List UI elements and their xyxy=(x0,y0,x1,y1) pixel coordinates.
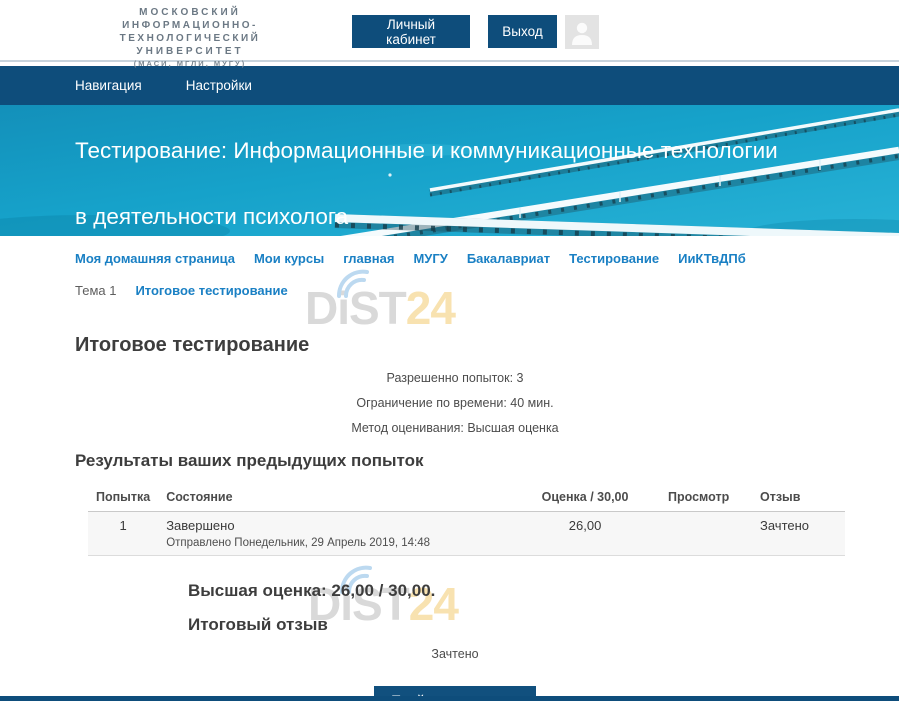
attempt-feedback: Зачтено xyxy=(752,512,845,556)
quiz-info: Разрешенно попыток: 3 Ограничение по вре… xyxy=(75,366,835,441)
quiz-attempts-allowed: Разрешенно попыток: 3 xyxy=(75,366,835,391)
main-navbar: Навигация Настройки xyxy=(0,66,899,105)
footer-bar xyxy=(0,696,899,701)
quiz-time-limit: Ограничение по времени: 40 мин. xyxy=(75,391,835,416)
overall-feedback-value: Зачтено xyxy=(75,647,835,661)
col-header-review: Просмотр xyxy=(660,485,752,512)
logo-subline: (МАСИ, МГЛИ, МУГУ) xyxy=(62,58,318,69)
breadcrumb-link-home[interactable]: Моя домашняя страница xyxy=(75,251,235,267)
dist24-watermark: DiST24 xyxy=(305,285,455,331)
breadcrumb-link-main[interactable]: главная xyxy=(343,251,394,267)
site-header: МОСКОВСКИЙ ИНФОРМАЦИОННО-ТЕХНОЛОГИЧЕСКИЙ… xyxy=(0,0,899,62)
breadcrumb-link-bachelor[interactable]: Бакалавриат xyxy=(467,251,550,267)
page-title: Итоговое тестирование xyxy=(75,334,835,357)
attempts-table: Попытка Состояние Оценка / 30,00 Просмот… xyxy=(88,485,845,556)
page: МОСКОВСКИЙ ИНФОРМАЦИОННО-ТЕХНОЛОГИЧЕСКИЙ… xyxy=(0,0,899,701)
nav-item-navigation[interactable]: Навигация xyxy=(75,78,142,93)
logout-button[interactable]: Выход xyxy=(488,15,557,48)
col-header-state: Состояние xyxy=(158,485,510,512)
attempt-state-label: Завершено xyxy=(166,518,502,533)
user-avatar[interactable] xyxy=(565,15,599,49)
personal-cabinet-button[interactable]: Личный кабинет xyxy=(352,15,470,48)
attempt-number: 1 xyxy=(88,512,158,556)
breadcrumb-topic: Тема 1 xyxy=(75,283,116,299)
attempt-state: Завершено Отправлено Понедельник, 29 Апр… xyxy=(158,512,510,556)
nav-item-settings[interactable]: Настройки xyxy=(186,78,252,93)
attempt-review xyxy=(660,512,752,556)
logo-line: ИНФОРМАЦИОННО-ТЕХНОЛОГИЧЕСКИЙ xyxy=(62,19,318,45)
wifi-arcs-icon xyxy=(333,268,377,298)
col-header-feedback: Отзыв xyxy=(752,485,845,512)
person-icon xyxy=(565,15,599,49)
col-header-grade: Оценка / 30,00 xyxy=(510,485,660,512)
breadcrumb-link-my-courses[interactable]: Мои курсы xyxy=(254,251,324,267)
breadcrumb-link-course[interactable]: ИиКТвДПб xyxy=(678,251,746,267)
logo-line: МОСКОВСКИЙ xyxy=(62,6,318,19)
main-content: DiST24 Моя домашняя страница Мои курсы г… xyxy=(0,236,899,701)
breadcrumb-link-mugu[interactable]: МУГУ xyxy=(413,251,447,267)
best-grade: Высшая оценка: 26,00 / 30,00. xyxy=(188,581,835,601)
table-row: 1 Завершено Отправлено Понедельник, 29 А… xyxy=(88,512,845,556)
logo-line: УНИВЕРСИТЕТ xyxy=(62,45,318,58)
table-header-row: Попытка Состояние Оценка / 30,00 Просмот… xyxy=(88,485,845,512)
breadcrumb-link-final-test[interactable]: Итоговое тестирование xyxy=(135,283,287,299)
quiz-grading-method: Метод оценивания: Высшая оценка xyxy=(75,416,835,441)
course-title: Тестирование: Информационные и коммуника… xyxy=(75,118,785,236)
breadcrumb-link-testing[interactable]: Тестирование xyxy=(569,251,659,267)
feedback-block: Высшая оценка: 26,00 / 30,00. Итоговый о… xyxy=(188,581,835,635)
course-hero-image: Тестирование: Информационные и коммуника… xyxy=(0,105,899,236)
overall-feedback-title: Итоговый отзыв xyxy=(188,615,835,635)
col-header-attempt: Попытка xyxy=(88,485,158,512)
watermark-accent: 24 xyxy=(406,282,455,334)
university-logo: МОСКОВСКИЙ ИНФОРМАЦИОННО-ТЕХНОЛОГИЧЕСКИЙ… xyxy=(62,6,318,69)
attempt-grade: 26,00 xyxy=(510,512,660,556)
attempt-submitted: Отправлено Понедельник, 29 Апрель 2019, … xyxy=(166,537,502,549)
results-title: Результаты ваших предыдущих попыток xyxy=(75,451,835,471)
